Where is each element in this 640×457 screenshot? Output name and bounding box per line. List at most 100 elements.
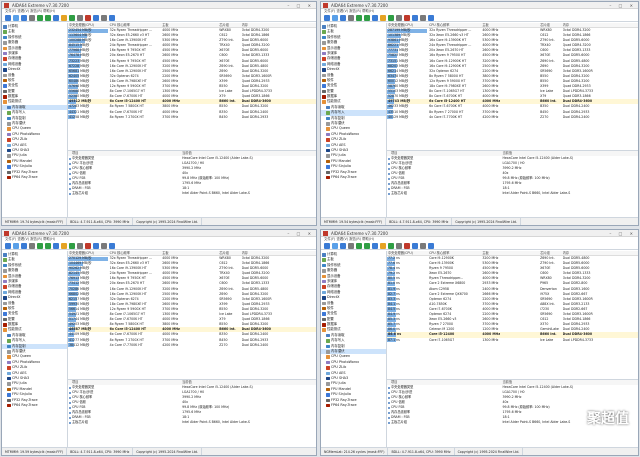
result-value: 82145 MB/秒 <box>69 271 90 276</box>
tree-item[interactable]: FP64 Ray-Trace <box>321 175 386 180</box>
toolbar-button-icon[interactable] <box>420 15 426 21</box>
toolbar-button-icon[interactable] <box>5 243 11 249</box>
toolbar-button-icon[interactable] <box>13 243 19 249</box>
column-header[interactable]: CPU 核心频率 <box>108 23 163 27</box>
toolbar-button-icon[interactable] <box>428 243 434 249</box>
column-header[interactable]: 芯片组 <box>219 23 241 27</box>
toolbar-button-icon[interactable] <box>348 15 354 21</box>
toolbar-button-icon[interactable] <box>332 15 338 21</box>
toolbar-button-icon[interactable] <box>324 243 330 249</box>
toolbar-button-icon[interactable] <box>109 15 115 21</box>
tree-item[interactable]: FP64 Ray-Trace <box>2 175 67 180</box>
toolbar-button-icon[interactable] <box>356 243 362 249</box>
toolbar-button-icon[interactable] <box>101 243 107 249</box>
result-value: 58760 MB/秒 <box>388 84 409 89</box>
toolbar-button-icon[interactable] <box>372 15 378 21</box>
toolbar-button-icon[interactable] <box>404 15 410 21</box>
toolbar-button-icon[interactable] <box>45 15 51 21</box>
result-value: 49312 MB/秒 <box>69 99 92 104</box>
column-header[interactable]: 芯片组 <box>219 251 241 255</box>
toolbar-button-icon[interactable] <box>380 15 386 21</box>
column-header[interactable]: CPU 核心频率 <box>108 251 163 255</box>
column-header[interactable]: 内存 <box>563 251 638 255</box>
tree-item[interactable]: FP64 Ray-Trace <box>2 403 67 408</box>
column-header[interactable]: 中央处理器(CPU) <box>387 23 427 27</box>
column-header[interactable]: 主板 <box>162 23 219 27</box>
column-header[interactable]: 内存 <box>563 23 638 27</box>
table-row[interactable]: 40129 MB/秒 4x Core i7-7700K HT 4200 MHz Z27… <box>387 115 638 120</box>
column-header[interactable]: CPU 核心频率 <box>427 251 482 255</box>
column-header[interactable]: 主板 <box>482 23 540 27</box>
toolbar-button-icon[interactable] <box>37 15 43 21</box>
column-header[interactable]: CPU 核心频率 <box>427 23 482 27</box>
toolbar-button-icon[interactable] <box>61 243 67 249</box>
toolbar-button-icon[interactable] <box>45 243 51 249</box>
toolbar-button-icon[interactable] <box>396 15 402 21</box>
column-header[interactable]: 主板 <box>482 251 540 255</box>
toolbar-button-icon[interactable] <box>380 243 386 249</box>
toolbar-button-icon[interactable] <box>53 243 59 249</box>
toolbar-button-icon[interactable] <box>13 15 19 21</box>
column-header[interactable]: 中央处理器(CPU) <box>68 251 108 255</box>
column-header[interactable]: 内存 <box>242 251 316 255</box>
toolbar-button-icon[interactable] <box>53 15 59 21</box>
toolbar-button-icon[interactable] <box>340 243 346 249</box>
window-controls[interactable]: – □ ✕ <box>609 230 636 237</box>
toolbar-button-icon[interactable] <box>340 15 346 21</box>
toolbar-button-icon[interactable] <box>364 243 370 249</box>
toolbar-button-icon[interactable] <box>396 243 402 249</box>
toolbar-button-icon[interactable] <box>77 243 83 249</box>
column-header[interactable]: 内存 <box>242 23 316 27</box>
toolbar-button-icon[interactable] <box>324 15 330 21</box>
toolbar-button-icon[interactable] <box>69 243 75 249</box>
toolbar-button-icon[interactable] <box>5 15 11 21</box>
toolbar-button-icon[interactable] <box>428 15 434 21</box>
toolbar-button-icon[interactable] <box>372 243 378 249</box>
toolbar-button-icon[interactable] <box>420 243 426 249</box>
tree-item-label: DirectX <box>8 67 21 72</box>
result-value: 85.3 ns <box>388 317 400 322</box>
tree-item[interactable]: FP64 Ray-Trace <box>321 403 386 408</box>
toolbar-button-icon[interactable] <box>85 243 91 249</box>
toolbar-button-icon[interactable] <box>77 15 83 21</box>
toolbar-button-icon[interactable] <box>69 15 75 21</box>
result-value: 55103 MB/秒 <box>388 89 409 94</box>
table-row[interactable]: 41258 MB/秒 8x Ryzen 7 2700X HT 3700 MHz B45… <box>68 115 316 120</box>
tree-item-label: FP32 Ray-Trace <box>331 169 357 174</box>
toolbar-button-icon[interactable] <box>388 243 394 249</box>
toolbar-button-icon[interactable] <box>101 15 107 21</box>
toolbar-button-icon[interactable] <box>85 15 91 21</box>
tree-item-label: 操作系统 <box>8 34 22 39</box>
toolbar-button-icon[interactable] <box>404 243 410 249</box>
toolbar-button-icon[interactable] <box>29 15 35 21</box>
toolbar-button-icon[interactable] <box>29 243 35 249</box>
toolbar-button-icon[interactable] <box>388 15 394 21</box>
column-header[interactable]: 芯片组 <box>540 23 563 27</box>
column-header[interactable]: 中央处理器(CPU) <box>68 23 108 27</box>
toolbar-button-icon[interactable] <box>332 243 338 249</box>
tree-item-label: CPU AES <box>331 370 346 375</box>
toolbar-button-icon[interactable] <box>61 15 67 21</box>
toolbar-button-icon[interactable] <box>21 243 27 249</box>
toolbar-button-icon[interactable] <box>412 243 418 249</box>
column-header[interactable]: 芯片组 <box>540 251 563 255</box>
window-controls[interactable]: – □ ✕ <box>609 2 636 9</box>
toolbar-button-icon[interactable] <box>21 15 27 21</box>
toolbar-button-icon[interactable] <box>412 15 418 21</box>
window-controls[interactable]: – □ ✕ <box>287 230 314 237</box>
table-row[interactable]: 87.1 ns Core i7-1065G7 1300 MHz Ice Lake Dua… <box>387 338 638 343</box>
tree-node-icon <box>3 290 7 295</box>
column-header[interactable]: 主板 <box>162 251 219 255</box>
navigation-tree: 计算机 主板 操作系统 服务器 显示设备 多媒体 存储设备 网络设备 DirectX 设备 软件 安全… <box>321 23 387 217</box>
toolbar-button-icon[interactable] <box>356 15 362 21</box>
toolbar-button-icon[interactable] <box>93 15 99 21</box>
window-controls[interactable]: – □ ✕ <box>287 2 314 9</box>
toolbar-button-icon[interactable] <box>348 243 354 249</box>
column-header[interactable]: 中央处理器(CPU) <box>387 251 427 255</box>
table-row[interactable]: 38412 MB/秒 4x Core i7-7700K HT 4200 MHz Z27… <box>68 343 316 348</box>
toolbar-button-icon[interactable] <box>37 243 43 249</box>
toolbar-button-icon[interactable] <box>364 15 370 21</box>
toolbar-button-icon[interactable] <box>93 243 99 249</box>
property-icon <box>388 416 390 419</box>
toolbar-button-icon[interactable] <box>109 243 115 249</box>
